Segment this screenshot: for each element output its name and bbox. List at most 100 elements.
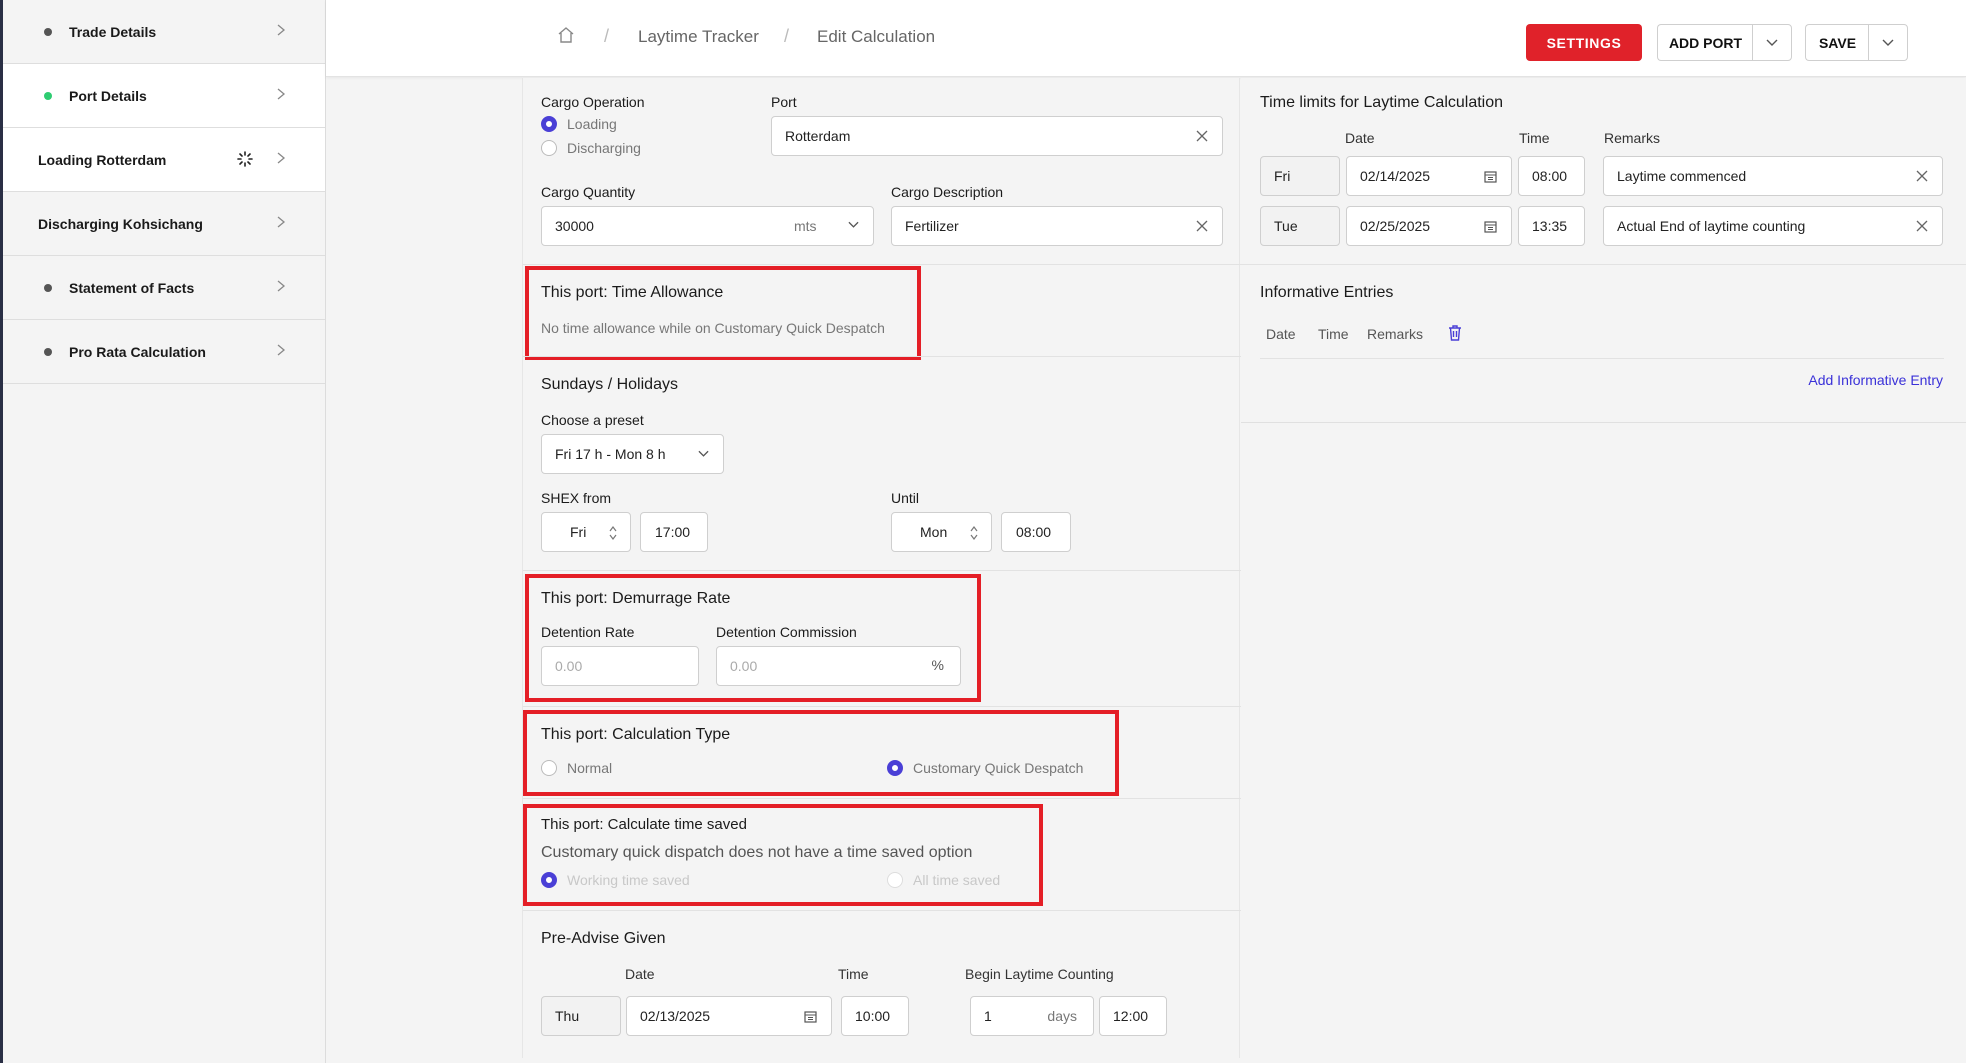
shex-from-time-input[interactable]: 17:00 xyxy=(640,512,708,552)
port-input-value: Rotterdam xyxy=(785,128,851,144)
highlight-box xyxy=(523,710,1119,796)
home-icon[interactable] xyxy=(556,25,576,45)
sidebar-item-loading-rotterdam[interactable]: Loading Rotterdam xyxy=(3,128,325,192)
save-button[interactable]: SAVE xyxy=(1805,24,1869,61)
trash-icon[interactable] xyxy=(1447,324,1463,342)
begin-time-input[interactable]: 12:00 xyxy=(1099,996,1167,1036)
informative-entries-title: Informative Entries xyxy=(1260,284,1394,301)
pre-advise-date-input[interactable]: 02/13/2025 xyxy=(626,996,832,1036)
informative-time-header: Time xyxy=(1318,326,1349,342)
add-port-dropdown-button[interactable] xyxy=(1752,24,1792,61)
save-dropdown-button[interactable] xyxy=(1868,24,1908,61)
sidebar-item-trade-details[interactable]: Trade Details xyxy=(3,0,325,64)
cargo-quantity-label: Cargo Quantity xyxy=(541,184,636,200)
sidebar-item-label: Pro Rata Calculation xyxy=(69,343,206,360)
breadcrumb-separator: / xyxy=(784,26,790,46)
time-limits-panel: Time limits for Laytime Calculation Date… xyxy=(1241,78,1966,423)
highlight-box xyxy=(525,266,921,360)
clear-icon[interactable] xyxy=(1916,220,1928,232)
chevron-down-icon xyxy=(1766,39,1778,46)
sidebar-item-label: Trade Details xyxy=(69,23,157,40)
chevron-down-icon xyxy=(698,450,709,457)
up-down-icon xyxy=(609,526,617,540)
time-limit-remarks-input[interactable]: Actual End of laytime counting xyxy=(1603,206,1943,246)
quantity-unit-select[interactable]: mts xyxy=(794,218,817,234)
shex-from-label: SHEX from xyxy=(541,490,612,506)
divider xyxy=(523,910,1241,911)
time-limits-remarks-header: Remarks xyxy=(1604,130,1661,146)
breadcrumb-separator: / xyxy=(604,26,610,46)
breadcrumb-laytime-tracker[interactable]: Laytime Tracker xyxy=(638,27,759,47)
time-limit-day-field: Fri xyxy=(1260,156,1340,196)
cargo-quantity-input[interactable]: 30000 mts xyxy=(541,206,874,246)
add-informative-entry-link[interactable]: Add Informative Entry xyxy=(1808,372,1943,388)
divider xyxy=(523,356,1241,357)
shex-from-time-value: 17:00 xyxy=(655,524,691,540)
begin-days-input[interactable]: 1 days xyxy=(970,996,1094,1036)
time-limit-remarks-value: Laytime commenced xyxy=(1617,168,1747,184)
clear-icon[interactable] xyxy=(1196,220,1208,232)
port-label: Port xyxy=(771,94,797,110)
status-dot xyxy=(44,92,52,100)
days-unit: days xyxy=(1047,1008,1077,1024)
time-limits-title: Time limits for Laytime Calculation xyxy=(1260,94,1504,111)
time-limit-remarks-input[interactable]: Laytime commenced xyxy=(1603,156,1943,196)
settings-button[interactable]: SETTINGS xyxy=(1526,24,1642,61)
highlight-box xyxy=(523,804,1043,906)
chevron-right-icon xyxy=(277,216,286,228)
cargo-description-value: Fertilizer xyxy=(905,218,959,234)
add-port-button[interactable]: ADD PORT xyxy=(1657,24,1753,61)
cargo-description-label: Cargo Description xyxy=(891,184,1004,200)
pre-advise-day-field: Thu xyxy=(541,996,621,1036)
pre-advise-date-value: 02/13/2025 xyxy=(640,1008,711,1024)
until-day-select[interactable]: Mon xyxy=(891,512,992,552)
chevron-right-icon xyxy=(277,280,286,292)
divider xyxy=(1241,264,1966,265)
sidebar-item-label: Loading Rotterdam xyxy=(38,151,167,168)
divider xyxy=(523,570,1241,571)
pre-advise-day-value: Thu xyxy=(555,1008,580,1024)
sidebar-item-statement-of-facts[interactable]: Statement of Facts xyxy=(3,256,325,320)
preset-select[interactable]: Fri 17 h - Mon 8 h xyxy=(541,434,724,474)
time-limit-remarks-value: Actual End of laytime counting xyxy=(1617,218,1806,234)
time-limits-date-header: Date xyxy=(1345,130,1375,146)
calendar-icon[interactable] xyxy=(1484,220,1497,233)
cargo-operation-label: Cargo Operation xyxy=(541,94,645,110)
until-label: Until xyxy=(891,490,920,506)
sidebar-item-label: Port Details xyxy=(69,87,147,104)
pre-advise-time-input[interactable]: 10:00 xyxy=(841,996,909,1036)
sidebar-item-pro-rata-calculation[interactable]: Pro Rata Calculation xyxy=(3,320,325,384)
until-time-input[interactable]: 08:00 xyxy=(1001,512,1071,552)
shex-from-day-select[interactable]: Fri xyxy=(541,512,631,552)
time-limit-day-field: Tue xyxy=(1260,206,1340,246)
sidebar-item-port-details[interactable]: Port Details xyxy=(3,64,325,128)
status-dot xyxy=(44,348,52,356)
time-limit-day-value: Tue xyxy=(1274,218,1298,234)
informative-remarks-header: Remarks xyxy=(1367,326,1424,342)
port-input[interactable]: Rotterdam xyxy=(771,116,1223,156)
loading-radio[interactable] xyxy=(541,116,557,132)
begin-laytime-label: Begin Laytime Counting xyxy=(965,966,1114,982)
time-limit-date-input[interactable]: 02/25/2025 xyxy=(1346,206,1512,246)
chevron-down-icon xyxy=(1882,39,1894,46)
top-header: / Laytime Tracker / Edit Calculation SET… xyxy=(326,0,1966,77)
until-time-value: 08:00 xyxy=(1016,524,1052,540)
calendar-icon[interactable] xyxy=(1484,170,1497,183)
discharging-radio[interactable] xyxy=(541,140,557,156)
time-limit-time-input[interactable]: 08:00 xyxy=(1518,156,1585,196)
port-details-form: Cargo Operation Loading Discharging Port… xyxy=(522,78,1241,1058)
time-limit-time-input[interactable]: 13:35 xyxy=(1518,206,1585,246)
time-limits-time-header: Time xyxy=(1519,130,1550,146)
pre-advise-time-label: Time xyxy=(838,966,869,982)
sidebar: Trade Details Port Details Loading Rotte… xyxy=(0,0,326,1063)
cargo-description-input[interactable]: Fertilizer xyxy=(891,206,1223,246)
sidebar-item-discharging-kohsichang[interactable]: Discharging Kohsichang xyxy=(3,192,325,256)
begin-time-value: 12:00 xyxy=(1113,1008,1149,1024)
divider xyxy=(1260,358,1944,359)
chevron-right-icon xyxy=(277,152,286,164)
calendar-icon[interactable] xyxy=(804,1010,817,1023)
time-limit-date-input[interactable]: 02/14/2025 xyxy=(1346,156,1512,196)
clear-icon[interactable] xyxy=(1196,130,1208,142)
cargo-quantity-value: 30000 xyxy=(555,218,594,234)
clear-icon[interactable] xyxy=(1916,170,1928,182)
